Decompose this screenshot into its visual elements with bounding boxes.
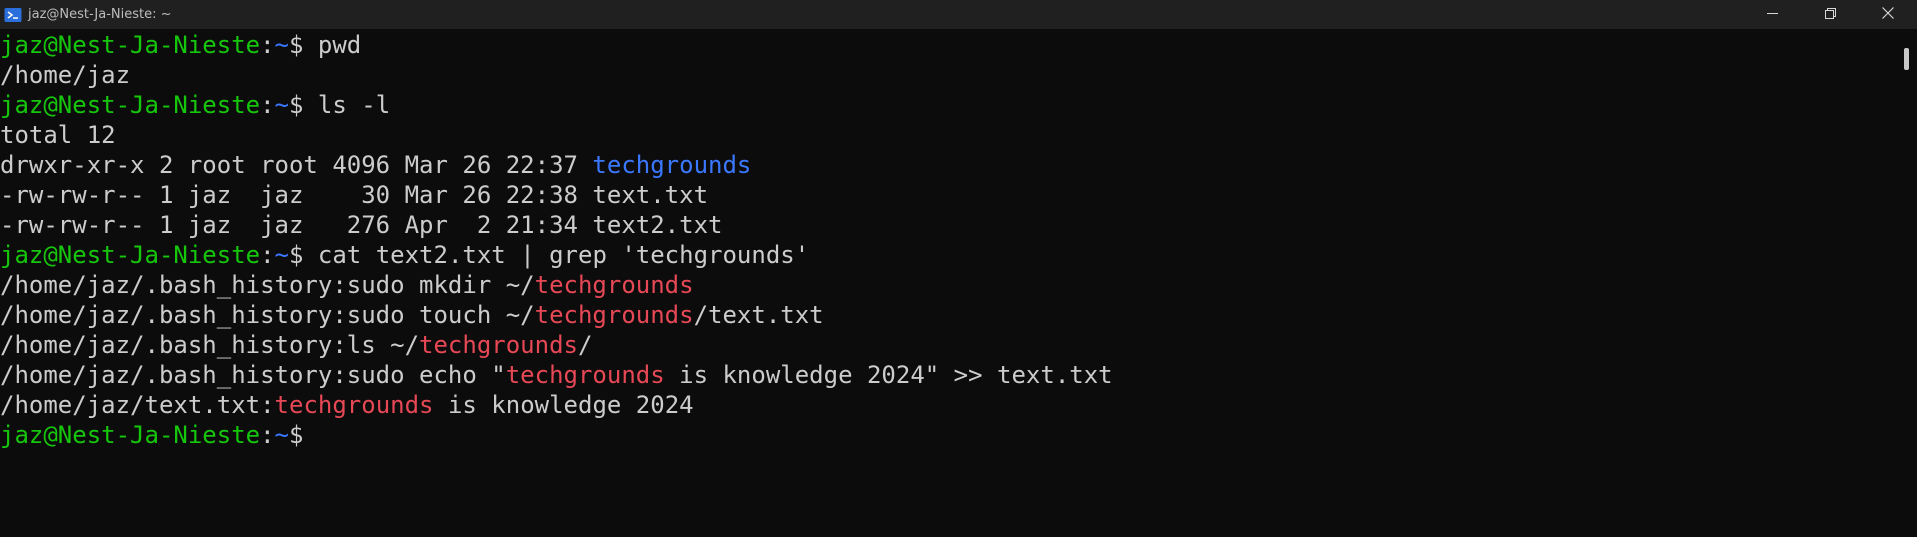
active-prompt-line[interactable]: jaz@Nest-Ja-Nieste:~$	[0, 420, 1895, 450]
grep-text: /home/jaz/text.txt:	[0, 391, 275, 419]
prompt-user-host: jaz@Nest-Ja-Nieste	[0, 91, 261, 119]
prompt-symbol: $	[289, 421, 304, 449]
maximize-button[interactable]	[1801, 0, 1859, 29]
scrollbar-thumb[interactable]	[1904, 48, 1909, 70]
prompt-user-host: jaz@Nest-Ja-Nieste	[0, 241, 261, 269]
grep-match: techgrounds	[419, 331, 578, 359]
output-line: /home/jaz/.bash_history:sudo echo "techg…	[0, 360, 1895, 390]
command-line: jaz@Nest-Ja-Nieste:~$ pwd	[0, 30, 1895, 60]
prompt-path: ~	[274, 91, 289, 119]
grep-text: is knowledge 2024	[433, 391, 694, 419]
window-title: jaz@Nest-Ja-Nieste: ~	[28, 7, 172, 22]
grep-text: /home/jaz/.bash_history:sudo echo "	[0, 361, 506, 389]
output-line: /home/jaz/text.txt:techgrounds is knowle…	[0, 390, 1895, 420]
prompt-user-host: jaz@Nest-Ja-Nieste	[0, 421, 261, 449]
prompt-colon: :	[260, 241, 275, 269]
directory-name: techgrounds	[592, 151, 752, 179]
grep-match: techgrounds	[534, 271, 694, 299]
command-text: pwd	[303, 31, 362, 59]
ls-entry-details: drwxr-xr-x 2 root root 4096 Mar 26 22:37	[0, 151, 593, 179]
command-line: jaz@Nest-Ja-Nieste:~$ cat text2.txt | gr…	[0, 240, 1895, 270]
close-icon	[1882, 6, 1894, 24]
grep-text: /	[577, 331, 593, 359]
prompt-symbol: $	[289, 31, 304, 59]
window-controls	[1743, 0, 1917, 29]
output-line: /home/jaz/.bash_history:sudo touch ~/tec…	[0, 300, 1895, 330]
minimize-button[interactable]	[1743, 0, 1801, 29]
prompt-path: ~	[274, 421, 289, 449]
grep-match: techgrounds	[505, 361, 665, 389]
prompt-colon: :	[260, 421, 275, 449]
prompt-colon: :	[260, 91, 275, 119]
command-line: jaz@Nest-Ja-Nieste:~$ ls -l	[0, 90, 1895, 120]
prompt-path: ~	[274, 31, 289, 59]
output-line: /home/jaz	[0, 61, 131, 89]
grep-text: /text.txt	[693, 301, 824, 329]
output-line: -rw-rw-r-- 1 jaz jaz 30 Mar 26 22:38 tex…	[0, 181, 709, 209]
close-button[interactable]	[1859, 0, 1917, 29]
terminal-output[interactable]: jaz@Nest-Ja-Nieste:~$ pwd /home/jaz jaz@…	[0, 30, 1895, 537]
command-text: ls -l	[303, 91, 391, 119]
prompt-symbol: $	[289, 91, 304, 119]
grep-text: is knowledge 2024" >> text.txt	[664, 361, 1113, 389]
grep-text: /home/jaz/.bash_history:sudo mkdir ~/	[0, 271, 535, 299]
command-text: cat text2.txt | grep 'techgrounds'	[303, 241, 810, 269]
grep-match: techgrounds	[534, 301, 694, 329]
prompt-user-host: jaz@Nest-Ja-Nieste	[0, 31, 261, 59]
output-line: /home/jaz/.bash_history:sudo mkdir ~/tec…	[0, 270, 1895, 300]
output-line: drwxr-xr-x 2 root root 4096 Mar 26 22:37…	[0, 150, 1895, 180]
grep-text: /home/jaz/.bash_history:ls ~/	[0, 331, 420, 359]
output-line: total 12	[0, 121, 116, 149]
restore-icon	[1824, 6, 1836, 24]
terminal-window: jaz@Nest-Ja-Nieste: ~ jaz@Nest-Ja-Nieste…	[0, 0, 1917, 537]
prompt-colon: :	[260, 31, 275, 59]
minimize-icon	[1766, 6, 1778, 24]
title-bar[interactable]: jaz@Nest-Ja-Nieste: ~	[0, 0, 1917, 29]
vertical-scrollbar[interactable]	[1895, 29, 1917, 537]
prompt-symbol: $	[289, 241, 304, 269]
grep-text: /home/jaz/.bash_history:sudo touch ~/	[0, 301, 535, 329]
output-line: -rw-rw-r-- 1 jaz jaz 276 Apr 2 21:34 tex…	[0, 211, 723, 239]
grep-match: techgrounds	[274, 391, 434, 419]
prompt-path: ~	[274, 241, 289, 269]
powershell-terminal-icon	[4, 7, 22, 23]
output-line: /home/jaz/.bash_history:ls ~/techgrounds…	[0, 330, 1895, 360]
